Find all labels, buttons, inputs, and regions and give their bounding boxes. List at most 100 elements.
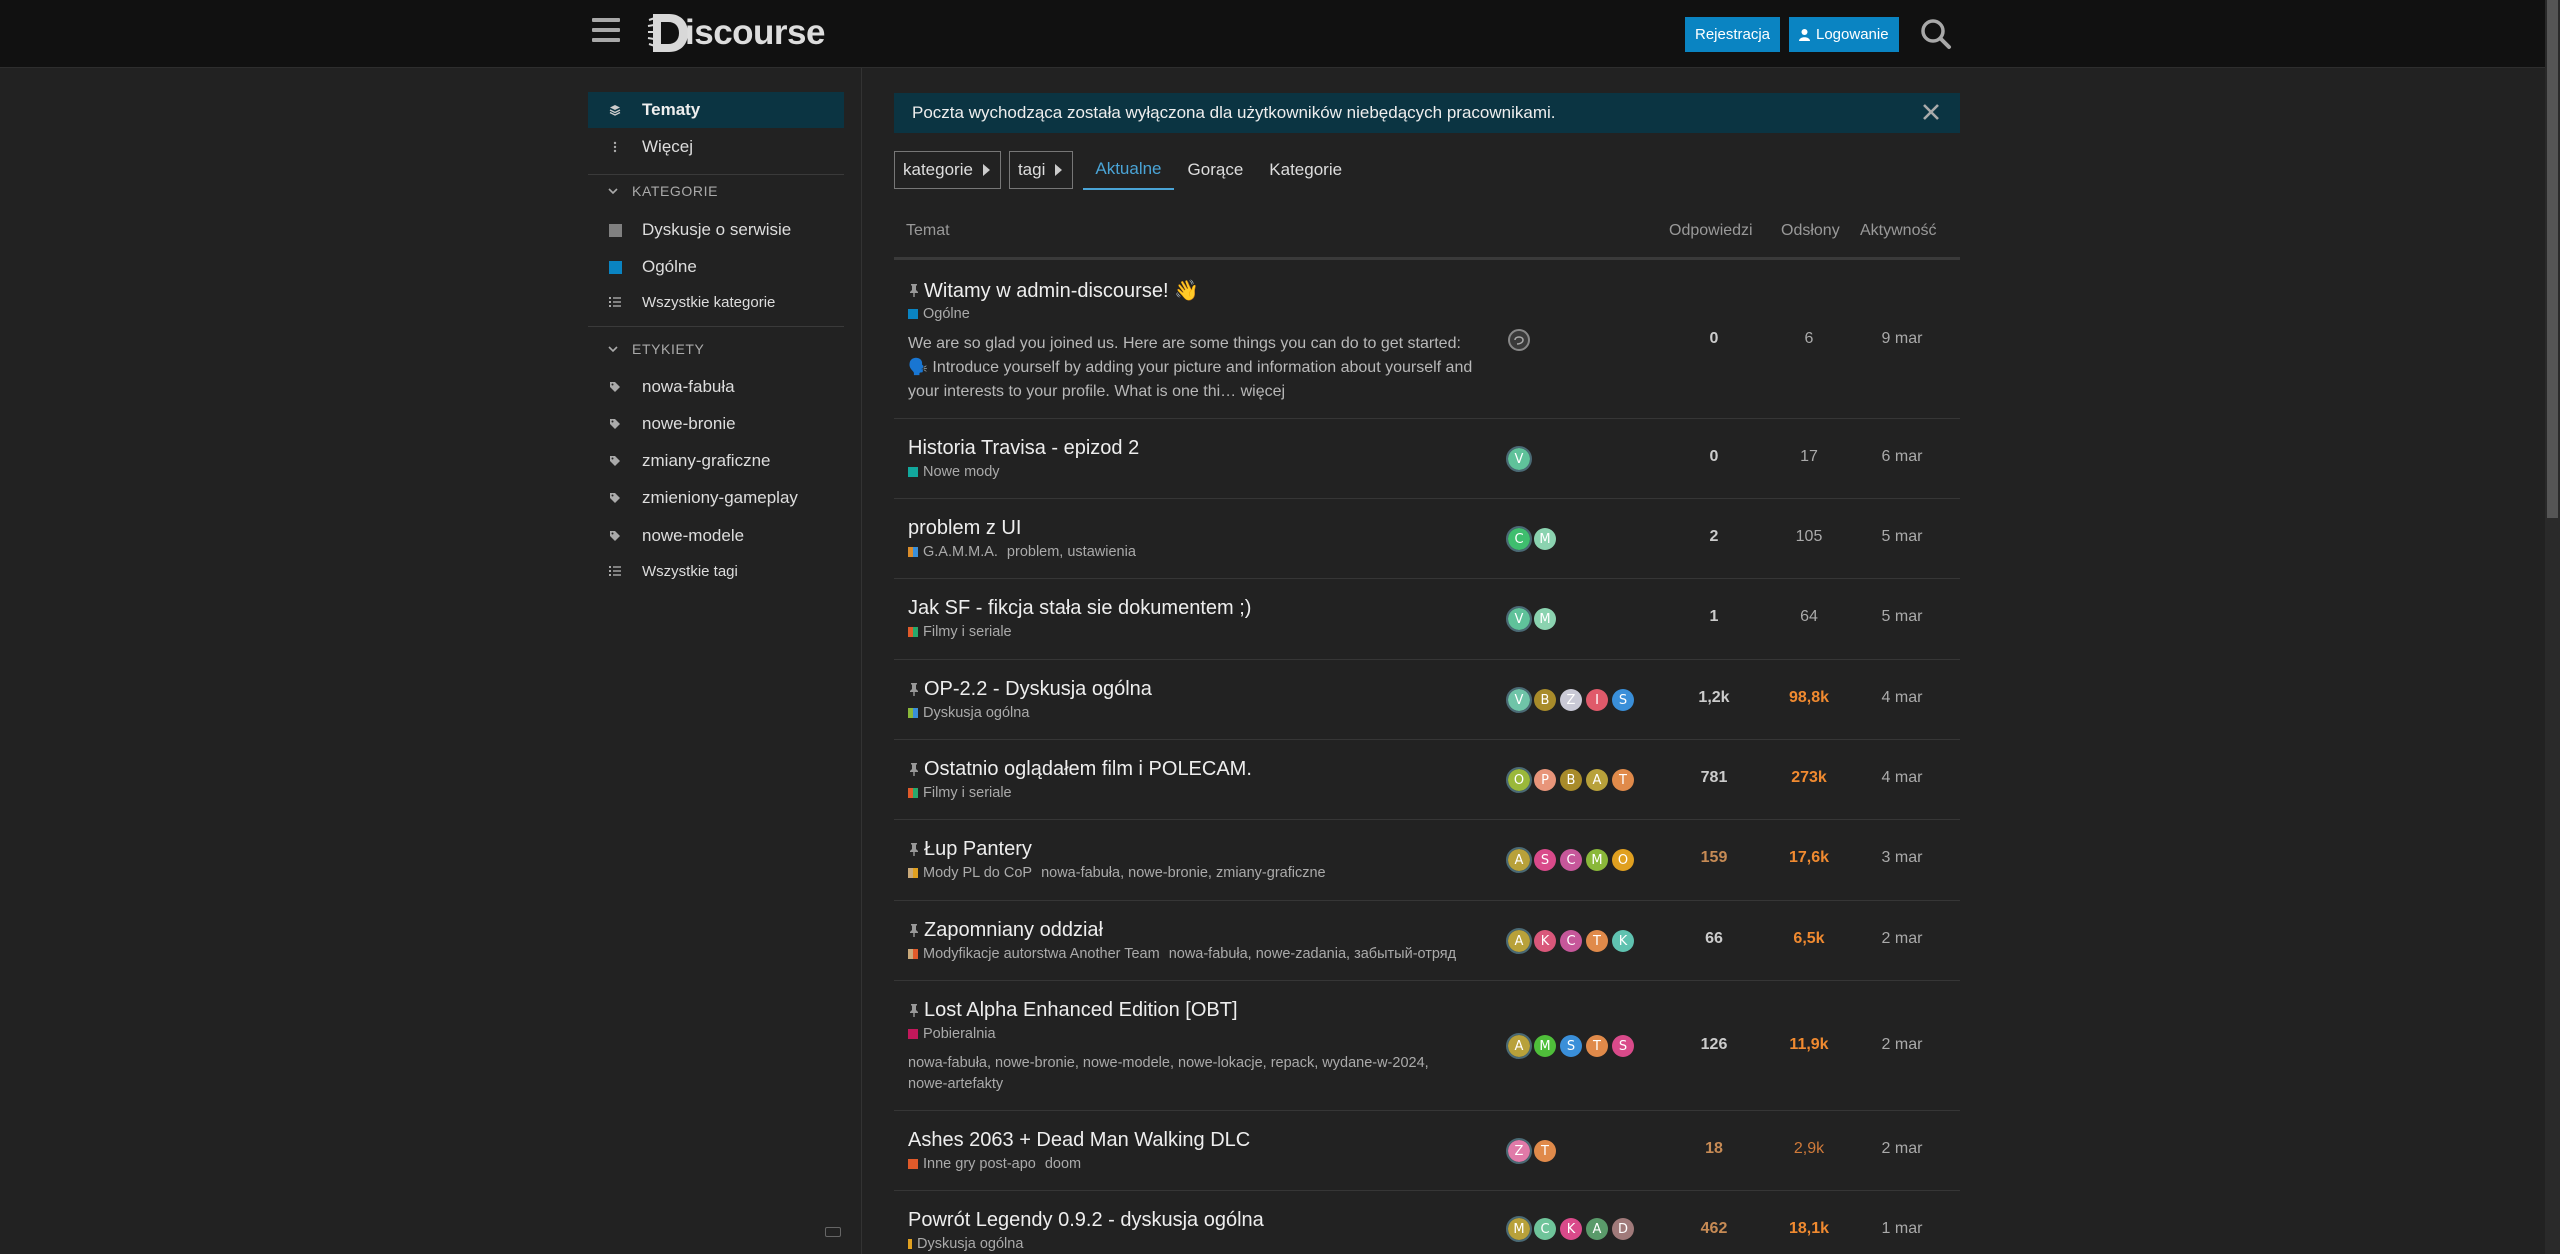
avatar[interactable]: C bbox=[1506, 526, 1532, 552]
sidebar-tag-item[interactable]: nowe-modele bbox=[588, 518, 844, 554]
topic-tags[interactable]: nowa-fabuła, nowe-bronie, nowe-modele, n… bbox=[908, 1053, 1468, 1095]
sidebar-all-categories[interactable]: Wszystkie kategorie bbox=[588, 284, 844, 320]
avatar[interactable]: B bbox=[1534, 689, 1556, 711]
avatar[interactable]: O bbox=[1612, 849, 1634, 871]
avatar[interactable]: K bbox=[1560, 1218, 1582, 1240]
avatar[interactable]: C bbox=[1560, 849, 1582, 871]
search-icon[interactable] bbox=[1918, 16, 1954, 52]
scrollbar-thumb[interactable] bbox=[2547, 0, 2558, 518]
avatar[interactable]: S bbox=[1612, 689, 1634, 711]
topic-excerpt[interactable]: We are so glad you joined us. Here are s… bbox=[908, 332, 1478, 404]
sidebar-category-item[interactable]: Dyskusje o serwisie bbox=[588, 212, 844, 248]
avatar[interactable]: M bbox=[1534, 528, 1556, 550]
avatar[interactable]: V bbox=[1506, 606, 1532, 632]
activity-date[interactable]: 9 mar bbox=[1862, 330, 1942, 348]
sidebar-item-topics[interactable]: Tematy bbox=[588, 92, 844, 128]
register-button[interactable]: Rejestracja bbox=[1685, 17, 1781, 52]
topic-title[interactable]: Ashes 2063 + Dead Man Walking DLC bbox=[908, 1129, 1250, 1152]
avatar[interactable]: A bbox=[1586, 1218, 1608, 1240]
avatar[interactable]: Z bbox=[1506, 1138, 1532, 1164]
avatar[interactable]: M bbox=[1534, 1035, 1556, 1057]
tag-dropdown[interactable]: tagi bbox=[1008, 151, 1074, 189]
activity-date[interactable]: 3 mar bbox=[1862, 849, 1942, 867]
tab-hot[interactable]: Gorące bbox=[1176, 150, 1256, 190]
topic-tags[interactable]: nowa-fabuła, nowe-bronie, zmiany-graficz… bbox=[1041, 865, 1326, 881]
avatar[interactable]: M bbox=[1506, 1216, 1532, 1242]
avatar[interactable]: P bbox=[1534, 769, 1556, 791]
activity-date[interactable]: 4 mar bbox=[1862, 769, 1942, 787]
tags-heading[interactable]: ETYKIETY bbox=[608, 341, 704, 357]
avatar[interactable]: V bbox=[1506, 687, 1532, 713]
sidebar-all-tags[interactable]: Wszystkie tagi bbox=[588, 553, 844, 589]
avatar[interactable]: S bbox=[1560, 1035, 1582, 1057]
topic-category[interactable]: G.A.M.M.A. problem, ustawienia bbox=[908, 544, 1136, 560]
avatar[interactable]: Z bbox=[1560, 689, 1582, 711]
avatar[interactable]: A bbox=[1506, 928, 1532, 954]
topic-tags[interactable]: doom bbox=[1045, 1156, 1081, 1172]
avatar[interactable]: S bbox=[1534, 849, 1556, 871]
avatar[interactable]: T bbox=[1534, 1140, 1556, 1162]
hamburger-menu-icon[interactable] bbox=[592, 18, 620, 48]
column-header-views[interactable]: Odsłony bbox=[1781, 222, 1840, 240]
topic-tags[interactable]: problem, ustawienia bbox=[1007, 544, 1136, 560]
activity-date[interactable]: 1 mar bbox=[1862, 1220, 1942, 1238]
topic-category[interactable]: Ogólne bbox=[908, 306, 970, 322]
sidebar-tag-item[interactable]: zmiany-graficzne bbox=[588, 443, 844, 479]
categories-heading[interactable]: KATEGORIE bbox=[608, 183, 718, 199]
activity-date[interactable]: 2 mar bbox=[1862, 1036, 1942, 1054]
avatar[interactable]: K bbox=[1534, 930, 1556, 952]
topic-category[interactable]: Filmy i seriale bbox=[908, 785, 1012, 801]
avatar[interactable]: C bbox=[1560, 930, 1582, 952]
avatar[interactable]: B bbox=[1560, 769, 1582, 791]
site-logo[interactable]: iscourse bbox=[645, 8, 825, 58]
login-button[interactable]: Logowanie bbox=[1789, 17, 1899, 52]
activity-date[interactable]: 5 mar bbox=[1862, 528, 1942, 546]
topic-category[interactable]: Pobieralnia bbox=[908, 1026, 996, 1042]
keyboard-shortcuts-icon[interactable] bbox=[825, 1227, 841, 1237]
avatar[interactable]: C bbox=[1534, 1218, 1556, 1240]
avatar[interactable]: A bbox=[1506, 847, 1532, 873]
avatar[interactable]: M bbox=[1534, 608, 1556, 630]
avatar[interactable]: T bbox=[1612, 769, 1634, 791]
topic-title[interactable]: Lost Alpha Enhanced Edition [OBT] bbox=[908, 999, 1238, 1022]
avatar[interactable]: S bbox=[1612, 1035, 1634, 1057]
avatar[interactable] bbox=[1508, 329, 1530, 351]
topic-title[interactable]: OP-2.2 - Dyskusja ogólna bbox=[908, 678, 1152, 701]
activity-date[interactable]: 2 mar bbox=[1862, 1140, 1942, 1158]
avatar[interactable]: A bbox=[1586, 769, 1608, 791]
topic-tags[interactable]: nowa-fabuła, nowe-zadania, забытый-отряд bbox=[1169, 946, 1456, 962]
topic-category[interactable]: Nowe mody bbox=[908, 464, 1000, 480]
topic-category[interactable]: Dyskusja ogólna bbox=[908, 705, 1029, 721]
topic-category[interactable]: Dyskusja ogólna bbox=[908, 1236, 1023, 1252]
column-header-replies[interactable]: Odpowiedzi bbox=[1669, 222, 1753, 240]
avatar[interactable]: I bbox=[1586, 689, 1608, 711]
sidebar-tag-item[interactable]: nowa-fabuła bbox=[588, 369, 844, 405]
avatar[interactable]: M bbox=[1586, 849, 1608, 871]
avatar[interactable]: D bbox=[1612, 1218, 1634, 1240]
topic-category[interactable]: Filmy i seriale bbox=[908, 624, 1012, 640]
topic-title[interactable]: Powrót Legendy 0.9.2 - dyskusja ogólna bbox=[908, 1209, 1264, 1232]
topic-category[interactable]: Inne gry post-apo doom bbox=[908, 1156, 1081, 1172]
topic-title[interactable]: Łup Pantery bbox=[908, 838, 1032, 861]
topic-title[interactable]: Jak SF - fikcja stała sie dokumentem ;) bbox=[908, 597, 1251, 620]
sidebar-category-item[interactable]: Ogólne bbox=[588, 249, 844, 285]
tab-categories[interactable]: Kategorie bbox=[1257, 150, 1354, 190]
sidebar-item-more[interactable]: Więcej bbox=[588, 129, 844, 165]
topic-title[interactable]: Ostatnio oglądałem film i POLECAM. bbox=[908, 758, 1252, 781]
activity-date[interactable]: 6 mar bbox=[1862, 448, 1942, 466]
activity-date[interactable]: 5 mar bbox=[1862, 608, 1942, 626]
topic-category[interactable]: Modyfikacje autorstwa Another Team nowa-… bbox=[908, 946, 1456, 962]
avatar[interactable]: T bbox=[1586, 930, 1608, 952]
topic-category[interactable]: Mody PL do CoP nowa-fabuła, nowe-bronie,… bbox=[908, 865, 1326, 881]
avatar[interactable]: O bbox=[1506, 767, 1532, 793]
column-header-activity[interactable]: Aktywność bbox=[1860, 222, 1936, 240]
page-scrollbar[interactable] bbox=[2545, 0, 2560, 1254]
activity-date[interactable]: 4 mar bbox=[1862, 689, 1942, 707]
topic-title[interactable]: Zapomniany oddział bbox=[908, 919, 1103, 942]
avatar[interactable]: K bbox=[1612, 930, 1634, 952]
sidebar-tag-item[interactable]: nowe-bronie bbox=[588, 406, 844, 442]
avatar[interactable]: T bbox=[1586, 1035, 1608, 1057]
tab-latest[interactable]: Aktualne bbox=[1083, 150, 1174, 190]
topic-title[interactable]: problem z UI bbox=[908, 517, 1021, 540]
topic-title[interactable]: Witamy w admin-discourse! 👋 bbox=[908, 278, 1199, 303]
